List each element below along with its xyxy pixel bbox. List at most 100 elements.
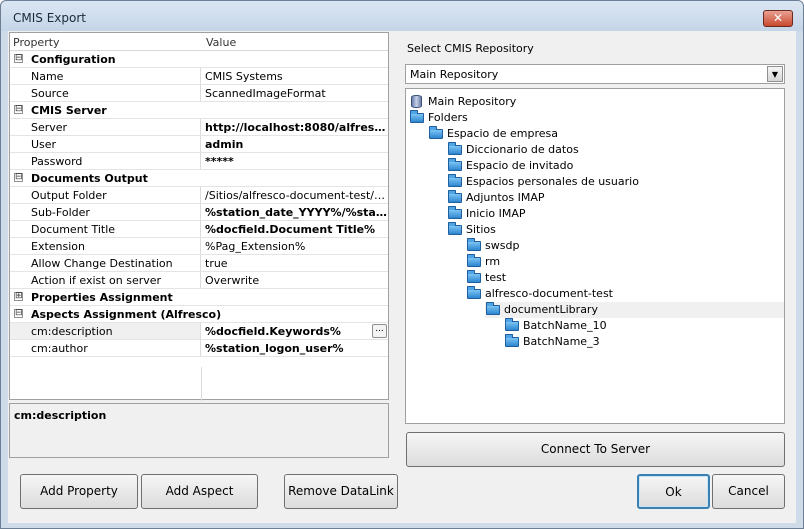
property-category-label: Configuration <box>31 53 116 66</box>
property-row[interactable]: Action if exist on server Overwrite <box>10 272 388 289</box>
connect-to-server-button[interactable]: Connect To Server <box>406 432 785 467</box>
dropdown-arrow-icon[interactable]: ▼ <box>767 66 783 82</box>
property-value[interactable]: %Pag_Extension% <box>202 238 388 254</box>
folder-icon-shape <box>486 302 500 315</box>
property-row[interactable]: Sub-Folder %station_date_YYYY%/%stati... <box>10 204 388 221</box>
property-name: Server <box>10 119 201 135</box>
folder-icon <box>485 302 501 316</box>
property-category-label: Aspects Assignment (Alfresco) <box>31 308 222 321</box>
folder-icon-shape <box>448 206 462 219</box>
tree-node-label: Espacios personales de usuario <box>466 175 639 188</box>
property-value[interactable]: ***** <box>202 153 388 169</box>
property-row[interactable]: cm:description %docfield.Keywords%... <box>10 323 388 340</box>
folder-icon <box>447 174 463 188</box>
title-bar[interactable]: CMIS Export ✕ <box>1 1 803 31</box>
folder-icon-shape <box>467 254 481 267</box>
property-value[interactable]: %docfield.Document Title% <box>202 221 388 237</box>
tree-node-label: swsdp <box>485 239 520 252</box>
property-value[interactable]: ScannedImageFormat <box>202 85 388 101</box>
tree-node-label: Sitios <box>466 223 496 236</box>
database-icon <box>409 94 425 108</box>
property-category-label: CMIS Server <box>31 104 107 117</box>
select-repository-label: Select CMIS Repository <box>407 42 534 55</box>
property-name: Source <box>10 85 201 101</box>
add-aspect-button[interactable]: Add Aspect <box>141 474 258 509</box>
property-value[interactable]: /Sitios/alfresco-document-test/docu... <box>202 187 388 203</box>
property-grid[interactable]: Property Value ⊟ Configuration Name CMIS Sy… <box>9 32 389 401</box>
property-row[interactable]: User admin <box>10 136 388 153</box>
property-value[interactable]: %station_date_YYYY%/%stati... <box>202 204 388 220</box>
property-category-row[interactable]: ⊟ Documents Output <box>10 170 388 187</box>
database-icon-shape <box>411 95 422 108</box>
repository-tree[interactable]: Main Repository Folders Espacio de empresa… <box>405 88 785 424</box>
tree-node-label: Main Repository <box>428 95 517 108</box>
tree-node-label: Diccionario de datos <box>466 143 579 156</box>
folder-icon-shape <box>448 222 462 235</box>
tree-node-label: documentLibrary <box>504 303 598 316</box>
folder-icon <box>447 158 463 172</box>
folder-icon <box>447 206 463 220</box>
property-value[interactable]: Overwrite <box>202 272 388 288</box>
tree-node-label: rm <box>485 255 501 268</box>
property-column-header: Property <box>13 36 60 49</box>
dialog-client-area: Property Value ⊟ Configuration Name CMIS Sy… <box>8 31 796 523</box>
browse-ellipsis-button[interactable]: ... <box>372 324 387 338</box>
property-category-row[interactable]: ⊟ Aspects Assignment (Alfresco) <box>10 306 388 323</box>
tree-node[interactable]: documentLibrary <box>485 302 784 318</box>
repository-select-value: Main Repository <box>410 68 499 81</box>
add-property-button[interactable]: Add Property <box>20 474 138 509</box>
folder-icon <box>466 254 482 268</box>
property-row[interactable]: Allow Change Destination true <box>10 255 388 272</box>
folder-icon-shape <box>467 238 481 251</box>
folder-icon-shape <box>448 158 462 171</box>
folder-icon <box>447 222 463 236</box>
property-value[interactable]: %station_logon_user% <box>202 340 388 356</box>
property-row[interactable]: Name CMIS Systems <box>10 68 388 85</box>
property-row[interactable]: Document Title %docfield.Document Title% <box>10 221 388 238</box>
tree-node-label: alfresco-document-test <box>485 287 613 300</box>
property-category-row[interactable]: ⊟ CMIS Server <box>10 102 388 119</box>
property-row[interactable]: Source ScannedImageFormat <box>10 85 388 102</box>
folder-icon-shape <box>448 174 462 187</box>
tree-node-label: Folders <box>428 111 468 124</box>
folder-icon <box>466 286 482 300</box>
property-value[interactable]: true <box>202 255 388 271</box>
folder-icon <box>466 238 482 252</box>
property-name: Document Title <box>10 221 201 237</box>
property-category-label: Documents Output <box>31 172 148 185</box>
property-name: cm:description <box>10 323 201 339</box>
property-category-label: Properties Assignment <box>31 291 173 304</box>
ok-button[interactable]: Ok <box>637 474 710 509</box>
tree-node-label: Espacio de empresa <box>447 127 558 140</box>
folder-icon <box>504 318 520 332</box>
property-row[interactable]: Password ***** <box>10 153 388 170</box>
folder-icon <box>504 334 520 348</box>
property-name: Name <box>10 68 201 84</box>
property-value[interactable]: %docfield.Keywords% <box>202 323 370 339</box>
cancel-button[interactable]: Cancel <box>712 474 785 509</box>
property-value[interactable]: http://localhost:8080/alfresco... <box>202 119 388 135</box>
property-row[interactable]: cm:author %station_logon_user% <box>10 340 388 357</box>
property-category-row[interactable]: ⊟ Configuration <box>10 51 388 68</box>
folder-icon-shape <box>410 110 424 123</box>
property-category-row[interactable]: ⊞ Properties Assignment <box>10 289 388 306</box>
property-name: Output Folder <box>10 187 201 203</box>
property-name: Password <box>10 153 201 169</box>
property-row[interactable]: Output Folder/Sitios/alfresco-document-t… <box>10 187 388 204</box>
property-row[interactable]: Extension %Pag_Extension% <box>10 238 388 255</box>
repository-select[interactable]: Main Repository ▼ <box>405 64 785 84</box>
dropdown-arrow-glyph: ▼ <box>771 70 779 79</box>
property-description-panel: cm:description <box>9 403 389 458</box>
folder-icon-shape <box>429 126 443 139</box>
property-value[interactable]: CMIS Systems <box>202 68 388 84</box>
folder-icon <box>466 270 482 284</box>
tree-node-label: Adjuntos IMAP <box>466 191 545 204</box>
property-name: Sub-Folder <box>10 204 201 220</box>
property-value[interactable]: admin <box>202 136 388 152</box>
folder-icon <box>447 142 463 156</box>
close-button[interactable]: ✕ <box>763 10 793 27</box>
property-name: User <box>10 136 201 152</box>
column-divider <box>201 367 202 401</box>
property-row[interactable]: Server http://localhost:8080/alfresco... <box>10 119 388 136</box>
remove-datalink-button[interactable]: Remove DataLink <box>284 474 398 509</box>
